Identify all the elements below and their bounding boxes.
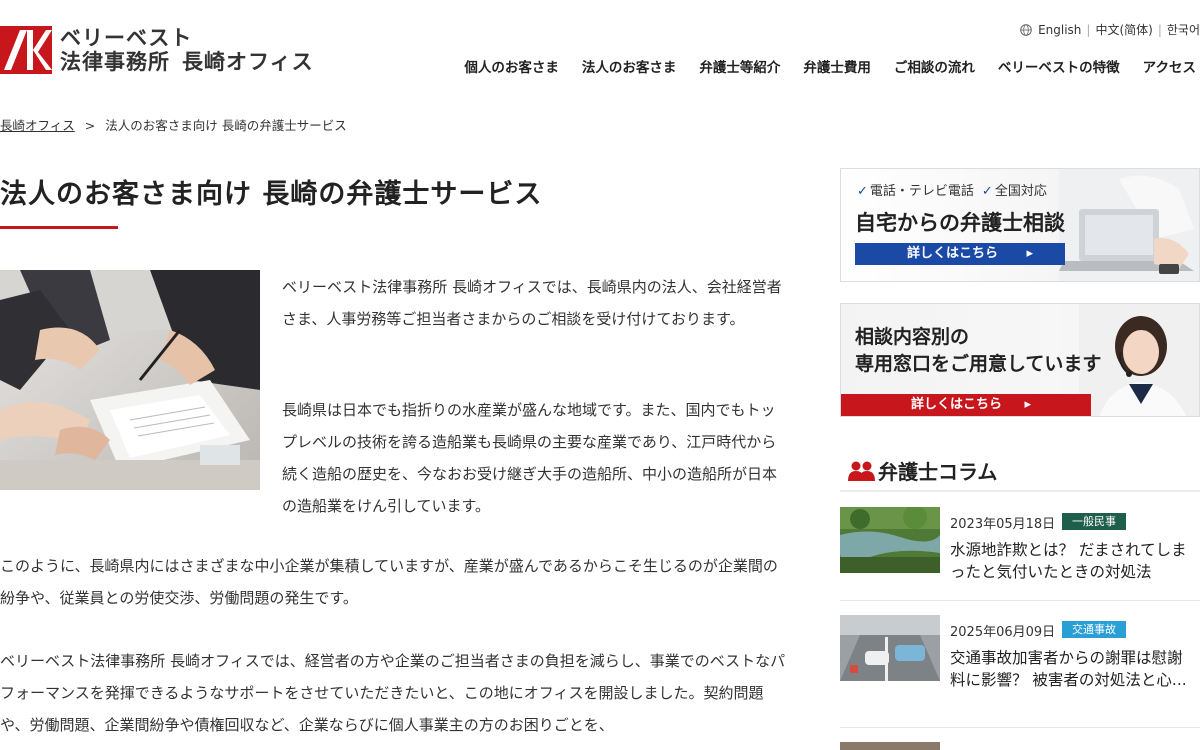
banner2-title-line2: 専用窓口をご用意しています xyxy=(855,353,1102,375)
category-tag[interactable]: 交通事故 xyxy=(1062,621,1126,638)
globe-icon xyxy=(1020,23,1032,36)
laptop-illustration xyxy=(1059,169,1199,281)
language-switcher: English | 中文(简体) | 한국어 xyxy=(1020,21,1200,38)
banner2-details-button[interactable]: 詳しくはこちら ▸ xyxy=(841,394,1091,416)
nav-access[interactable]: アクセス xyxy=(1143,56,1196,76)
next-column-thumbnail xyxy=(840,742,940,750)
column-heading-text: 弁護士コラム xyxy=(878,460,998,484)
category-tag[interactable]: 一般民事 xyxy=(1062,513,1126,530)
column-item[interactable]: 2025年06月09日 交通事故 交通事故加害者からの謝罪は慰謝料に影響？ 被害… xyxy=(840,615,1200,715)
logo-office: 長崎オフィス xyxy=(182,50,314,74)
nationwide-label: 全国対応 xyxy=(994,184,1047,199)
checkmark-icon: ✓ xyxy=(981,184,993,199)
breadcrumb-home-link[interactable]: 長崎オフィス xyxy=(0,118,75,133)
lang-separator: | xyxy=(1157,22,1162,37)
dispute-paragraph: このように、長崎県内にはさまざまな中小企業が集積していますが、産業が盛んであるか… xyxy=(0,557,778,607)
industry-paragraph: 長崎県は日本でも指折りの水産業が盛んな地域です。また、国内でもトップレベルの技術… xyxy=(282,401,778,515)
lang-english[interactable]: English xyxy=(1038,23,1081,37)
lang-separator: | xyxy=(1086,22,1091,37)
nav-fees[interactable]: 弁護士費用 xyxy=(803,56,871,76)
column-heading: 弁護士コラム xyxy=(848,456,997,485)
page-title: 法人のお客さま向け 長崎の弁護士サービス xyxy=(0,179,543,210)
column-title[interactable]: 交通事故加害者からの謝罪は慰謝料に影響？ 被害者の対処法と心... xyxy=(950,647,1188,691)
phone-video-label: 電話・テレビ電話 xyxy=(869,184,974,199)
breadcrumb: 長崎オフィス > 法人のお客さま向け 長崎の弁護士サービス xyxy=(0,115,347,134)
nav-lawyers[interactable]: 弁護士等紹介 xyxy=(699,56,780,76)
water-source-thumbnail xyxy=(840,507,940,573)
arrow-right-icon: ▸ xyxy=(1026,246,1033,261)
consultation-window-banner[interactable]: 相談内容別の 専用窓口をご用意しています 詳しくはこちら ▸ xyxy=(840,303,1200,417)
global-nav: 個人のお客さま 法人のお客さま 弁護士等紹介 弁護士費用 ご相談の流れ ベリーベ… xyxy=(441,56,1196,76)
column-divider xyxy=(840,727,1200,728)
column-date: 2025年06月09日 xyxy=(950,625,1056,640)
remote-consultation-banner[interactable]: ✓ 電話・テレビ電話 ✓ 全国対応 自宅からの弁護士相談 詳しくはこちら ▸ xyxy=(840,168,1200,282)
business-meeting-photo xyxy=(0,270,260,490)
breadcrumb-current: 法人のお客さま向け 長崎の弁護士サービス xyxy=(105,118,347,133)
logo-mark-icon xyxy=(0,26,52,74)
banner1-button-label: 詳しくはこちら xyxy=(907,246,999,261)
column-item[interactable]: 2023年05月18日 一般民事 水源地詐欺とは？ だまされてしまったと気付いた… xyxy=(840,507,1200,587)
logo-line2: 法律事務所 xyxy=(60,50,170,74)
lang-chinese[interactable]: 中文(简体) xyxy=(1095,21,1152,38)
lang-korean[interactable]: 한국어 xyxy=(1167,21,1200,38)
title-underline xyxy=(0,226,118,229)
column-title[interactable]: 水源地詐欺とは？ だまされてしまったと気付いたときの対処法 xyxy=(950,539,1188,583)
banner2-button-label: 詳しくはこちら xyxy=(911,397,1003,412)
office-paragraph: ベリーベスト法律事務所 長崎オフィスでは、経営者の方や企業のご担当者さまの負担を… xyxy=(0,652,786,734)
nav-individual[interactable]: 個人のお客さま xyxy=(464,56,559,76)
column-heading-divider xyxy=(840,490,1200,492)
traffic-accident-thumbnail xyxy=(840,615,940,681)
site-logo[interactable]: ベリーベスト 法律事務所 長崎オフィス xyxy=(0,26,314,74)
banner1-title: 自宅からの弁護士相談 xyxy=(855,211,1065,235)
breadcrumb-separator: > xyxy=(84,118,96,133)
arrow-right-icon: ▸ xyxy=(1024,397,1031,412)
intro-paragraph: ベリーベスト法律事務所 長崎オフィスでは、長崎県内の法人、会社経営者さま、人事労… xyxy=(282,278,782,328)
column-divider xyxy=(840,600,1200,601)
nav-corporate[interactable]: 法人のお客さま xyxy=(582,56,677,76)
banner1-details-button[interactable]: 詳しくはこちら ▸ xyxy=(855,243,1065,265)
people-icon xyxy=(848,461,875,481)
nav-flow[interactable]: ご相談の流れ xyxy=(894,56,975,76)
checkmark-icon: ✓ xyxy=(857,184,868,199)
banner2-title-line1: 相談内容別の xyxy=(855,326,970,348)
logo-line1: ベリーベスト xyxy=(60,25,193,50)
column-date: 2023年05月18日 xyxy=(950,517,1056,532)
nav-features[interactable]: ベリーベストの特徴 xyxy=(998,56,1120,76)
